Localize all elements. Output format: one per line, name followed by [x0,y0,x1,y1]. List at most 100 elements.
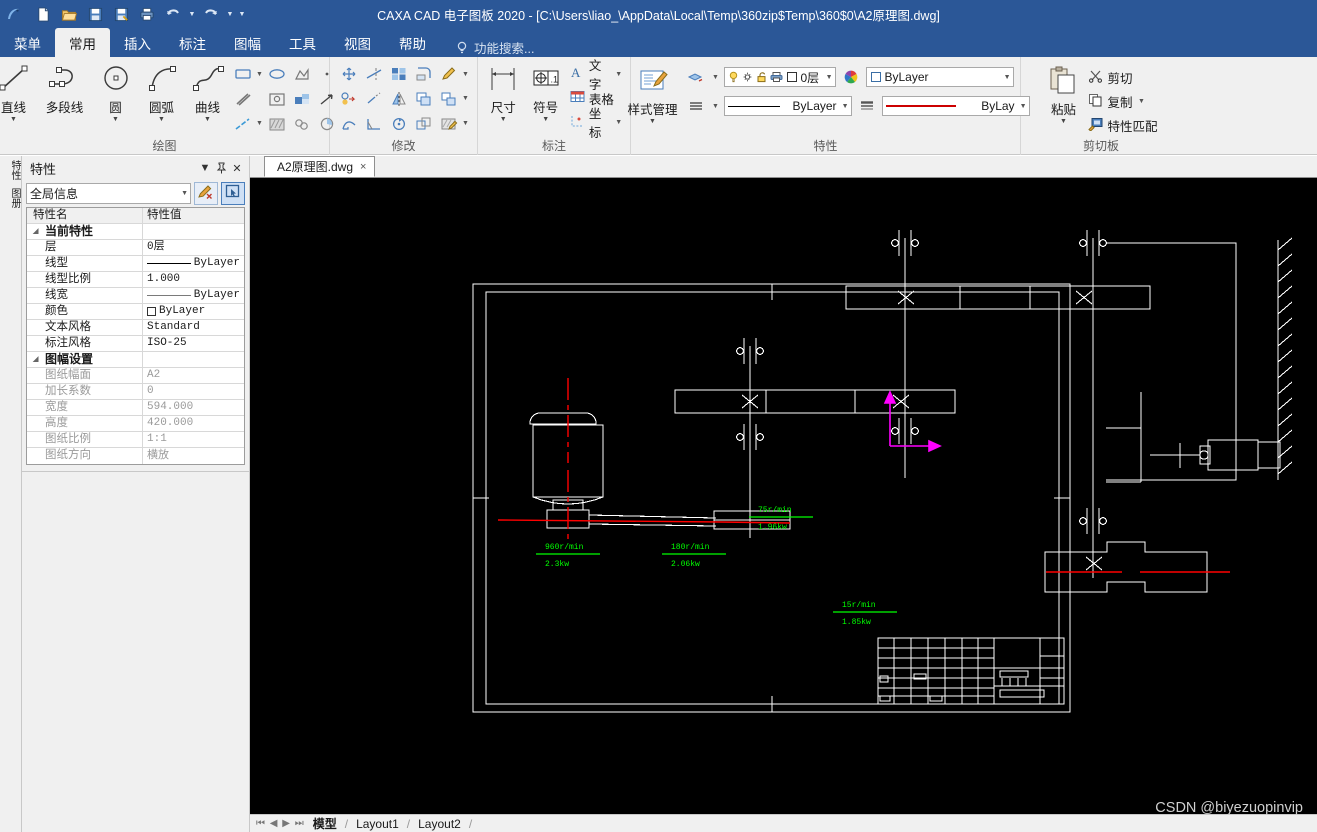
lineweight-stack-icon[interactable] [855,94,879,118]
scale-icon[interactable] [437,87,461,111]
color-combo[interactable]: ByLayer ▼ [865,67,1014,87]
ribbon-tab-sheet[interactable]: 图幅 [220,28,275,57]
layout-nav-buttons[interactable]: ⏮ ◀ ▶ ⏭ [250,818,305,829]
draw-circle-button[interactable]: 圆 ▼ [93,60,139,123]
color-combo-chevron-down-icon[interactable]: ▼ [1002,74,1011,81]
edit-pencil-icon[interactable] [437,62,461,86]
close-icon[interactable]: × [360,161,366,173]
layout-tab-model[interactable]: 模型 [305,815,345,832]
dimension-button[interactable]: 尺寸 ▼ [482,60,524,123]
paste-chevron-down-icon[interactable]: ▼ [1060,118,1067,125]
linetype-combo[interactable]: ByLayer ▼ [723,96,852,116]
centerline-icon[interactable] [231,112,255,136]
properties-scope-chevron-down-icon[interactable]: ▼ [179,190,188,197]
image-frame-icon[interactable] [265,87,289,111]
pick-properties-button[interactable] [221,181,245,205]
rotate-icon[interactable] [387,112,411,136]
customize-qat-chevron-down-icon[interactable]: ▼ [237,11,247,18]
copy-move-icon[interactable] [337,87,361,111]
ribbon-tab-tools[interactable]: 工具 [275,28,330,57]
trim-icon[interactable] [362,62,386,86]
copy-button[interactable]: 复制 ▼ [1085,89,1160,113]
ribbon-tab-help[interactable]: 帮助 [385,28,440,57]
new-file-icon[interactable] [31,3,55,25]
layer-combo-chevron-down-icon[interactable]: ▼ [824,74,833,81]
block-icon[interactable] [290,87,314,111]
style-manager-chevron-down-icon[interactable]: ▼ [649,118,656,125]
parallel-line-icon[interactable] [231,87,255,111]
layer-tools-chevron-down-icon[interactable]: ▼ [711,74,721,81]
drawing-canvas[interactable]: 960r/min 2.3kw 180r/min 2.06kw 75r/min 1… [250,178,1317,814]
extend-icon[interactable] [362,87,386,111]
style-manager-button[interactable]: 样式管理 ▼ [622,62,684,125]
linetype-combo-chevron-down-icon[interactable]: ▼ [840,103,849,110]
symbol-button[interactable]: .1 符号 ▼ [524,60,566,123]
lineweight-combo[interactable]: ByLay ▼ [881,96,1030,116]
hatch-fill-icon[interactable] [265,112,289,136]
symbol-chevron-down-icon[interactable]: ▼ [542,116,549,123]
property-row-layer[interactable]: 层 0层 [27,240,244,256]
draw-line-button[interactable]: 直线 ▼ [0,60,37,123]
rectangle-chevron-down-icon[interactable]: ▼ [255,71,265,78]
draw-line-chevron-down-icon[interactable]: ▼ [10,116,17,123]
cut-button[interactable]: 剪切 [1085,65,1160,89]
edit-hatch-icon[interactable] [437,112,461,136]
chamfer-icon[interactable] [362,112,386,136]
feature-search[interactable]: 功能搜索... [456,38,534,57]
color-wheel-icon[interactable] [839,65,863,89]
coordinate-button[interactable]: 坐标 ▼ [567,107,626,140]
chevron-down-icon[interactable]: ▼ [197,160,213,176]
property-row-text-style[interactable]: 文本风格 Standard [27,320,244,336]
draw-arc-chevron-down-icon[interactable]: ▼ [158,116,165,123]
fillet-icon[interactable] [412,62,436,86]
paste-button[interactable]: 粘贴 ▼ [1041,62,1085,125]
explode-icon[interactable] [412,112,436,136]
array-icon[interactable] [387,62,411,86]
modify-pencil-chevron-down-icon[interactable]: ▼ [461,71,471,78]
property-row-linetype-scale[interactable]: 线型比例 1.000 [27,272,244,288]
layout-tab-layout2[interactable]: Layout2 [410,817,469,831]
close-icon[interactable]: ✕ [229,160,245,176]
polygon-icon[interactable] [290,62,314,86]
property-row-width[interactable]: 宽度 594.000 [27,400,244,416]
draw-arc-button[interactable]: 圆弧 ▼ [139,60,185,123]
ribbon-tab-insert[interactable]: 插入 [110,28,165,57]
property-row-dim-style[interactable]: 标注风格 ISO-25 [27,336,244,352]
layer-tools-icon[interactable] [684,65,708,89]
property-row-color[interactable]: 颜色 ByLayer [27,304,244,320]
centerline-chevron-down-icon[interactable]: ▼ [255,120,265,127]
property-row-height[interactable]: 高度 420.000 [27,416,244,432]
property-row-linetype[interactable]: 线型 ByLayer [27,256,244,272]
properties-group-current[interactable]: ◢ 当前特性 [27,224,244,240]
property-row-orientation[interactable]: 图纸方向 横放 [27,448,244,464]
modify-offset-chevron-down-icon[interactable]: ▼ [461,95,471,102]
layout-tab-layout1[interactable]: Layout1 [348,817,407,831]
pin-icon[interactable] [213,160,229,176]
property-row-sheet-size[interactable]: 图纸幅面 A2 [27,368,244,384]
edit-properties-button[interactable] [194,181,218,205]
redo-arrow-icon[interactable] [199,3,223,25]
modify-hatch-chevron-down-icon[interactable]: ▼ [461,120,471,127]
draw-spline-chevron-down-icon[interactable]: ▼ [204,116,211,123]
redo-dropdown-chevron-down-icon[interactable]: ▼ [225,11,235,18]
properties-group-sheet[interactable]: ◢ 图幅设置 [27,352,244,368]
undo-dropdown-chevron-down-icon[interactable]: ▼ [187,11,197,18]
ribbon-tab-annotate[interactable]: 标注 [165,28,220,57]
undo-arrow-icon[interactable] [161,3,185,25]
match-properties-button[interactable]: 特性匹配 [1085,113,1160,137]
stretch-icon[interactable] [337,112,361,136]
expand-triangle-icon[interactable]: ◢ [33,352,38,367]
list-lines-chevron-down-icon[interactable]: ▼ [711,103,721,110]
dimension-chevron-down-icon[interactable]: ▼ [500,116,507,123]
ribbon-tab-menu[interactable]: 菜单 [0,28,55,57]
offset-icon[interactable] [412,87,436,111]
puzzle-block-icon[interactable] [290,112,314,136]
move-icon[interactable] [337,62,361,86]
text-button[interactable]: A 文字 ▼ [567,59,626,92]
list-lines-icon[interactable] [684,94,708,118]
properties-scope-combo[interactable]: 全局信息 ▼ [26,182,191,204]
save-disk-icon[interactable] [83,3,107,25]
property-row-lineweight[interactable]: 线宽 ByLayer [27,288,244,304]
mirror-icon[interactable] [387,87,411,111]
ribbon-tab-view[interactable]: 视图 [330,28,385,57]
